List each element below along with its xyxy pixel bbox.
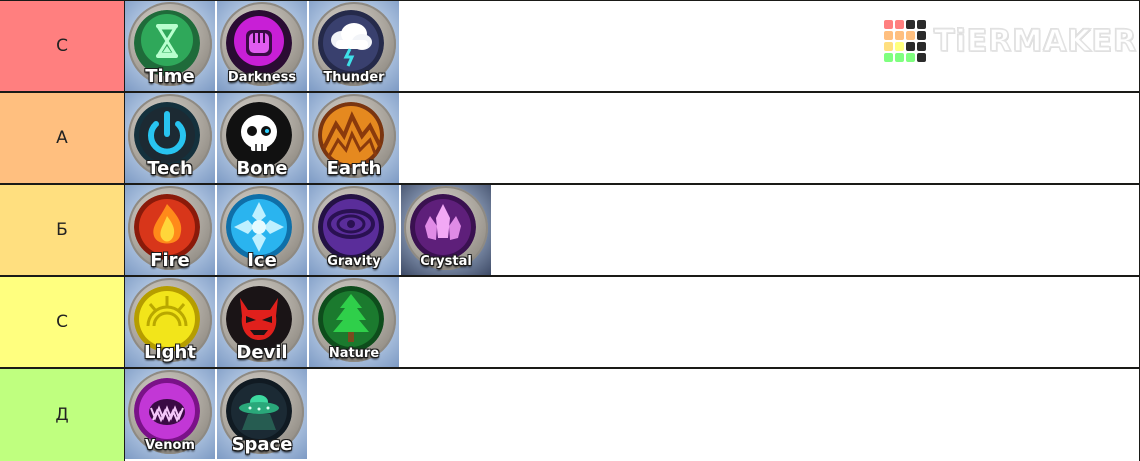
tier-list-board: С Time Darkness Thunder А Tech Bone Eart… <box>0 0 1140 461</box>
item-label: Earth <box>326 158 382 179</box>
logo-wordmark: TiERMAKER <box>933 23 1138 60</box>
item-label: Tech <box>147 158 193 179</box>
eye-vortex-icon <box>318 194 384 260</box>
item-card-ice[interactable]: Ice <box>217 185 307 275</box>
tier-label[interactable]: С <box>0 277 124 367</box>
logo-grid-icon <box>884 20 926 62</box>
tier-row-a: А Tech Bone Earth <box>0 93 1140 183</box>
tier-label[interactable]: А <box>0 93 124 183</box>
tier-row-b: Б Fire Ice Gravity Crystal <box>0 185 1140 275</box>
item-label: Thunder <box>323 70 385 85</box>
item-label: Gravity <box>327 254 381 269</box>
tier-items-container[interactable]: Fire Ice Gravity Crystal <box>125 185 1139 275</box>
item-label: Nature <box>328 346 380 361</box>
item-card-light[interactable]: Light <box>125 277 215 367</box>
venom-mouth-icon <box>134 378 200 444</box>
item-card-thunder[interactable]: Thunder <box>309 1 399 91</box>
item-card-earth[interactable]: Earth <box>309 93 399 183</box>
item-card-bone[interactable]: Bone <box>217 93 307 183</box>
item-card-gravity[interactable]: Gravity <box>309 185 399 275</box>
item-label: Venom <box>145 438 195 453</box>
item-card-tech[interactable]: Tech <box>125 93 215 183</box>
item-label: Bone <box>236 158 288 179</box>
item-card-space[interactable]: Space <box>217 369 307 459</box>
crystal-icon <box>410 194 476 260</box>
item-card-venom[interactable]: Venom <box>125 369 215 459</box>
item-label: Light <box>144 342 196 363</box>
item-card-darkness[interactable]: Darkness <box>217 1 307 91</box>
item-card-devil[interactable]: Devil <box>217 277 307 367</box>
tier-row-d: Д Venom Space <box>0 369 1140 461</box>
item-card-nature[interactable]: Nature <box>309 277 399 367</box>
item-card-fire[interactable]: Fire <box>125 185 215 275</box>
tier-label[interactable]: С <box>0 1 124 91</box>
item-label: Darkness <box>227 70 297 85</box>
tiermaker-logo: TiERMAKER <box>884 20 1137 62</box>
tier-label[interactable]: Д <box>0 369 124 461</box>
item-card-crystal[interactable]: Crystal <box>401 185 491 275</box>
tier-items-container[interactable]: Tech Bone Earth <box>125 93 1139 183</box>
storm-cloud-icon <box>318 10 384 76</box>
tree-icon <box>318 286 384 352</box>
item-label: Fire <box>150 250 190 271</box>
item-label: Crystal <box>420 254 472 269</box>
item-label: Space <box>231 434 293 455</box>
item-card-time[interactable]: Time <box>125 1 215 91</box>
tier-items-container[interactable]: Venom Space <box>125 369 1139 461</box>
tier-items-container[interactable]: Light Devil Nature <box>125 277 1139 367</box>
item-label: Ice <box>247 250 277 271</box>
tier-label[interactable]: Б <box>0 185 124 275</box>
tier-row-c-bottom: С Light Devil Nature <box>0 277 1140 367</box>
fist-icon <box>226 10 292 76</box>
item-label: Devil <box>236 342 288 363</box>
item-label: Time <box>145 66 195 87</box>
